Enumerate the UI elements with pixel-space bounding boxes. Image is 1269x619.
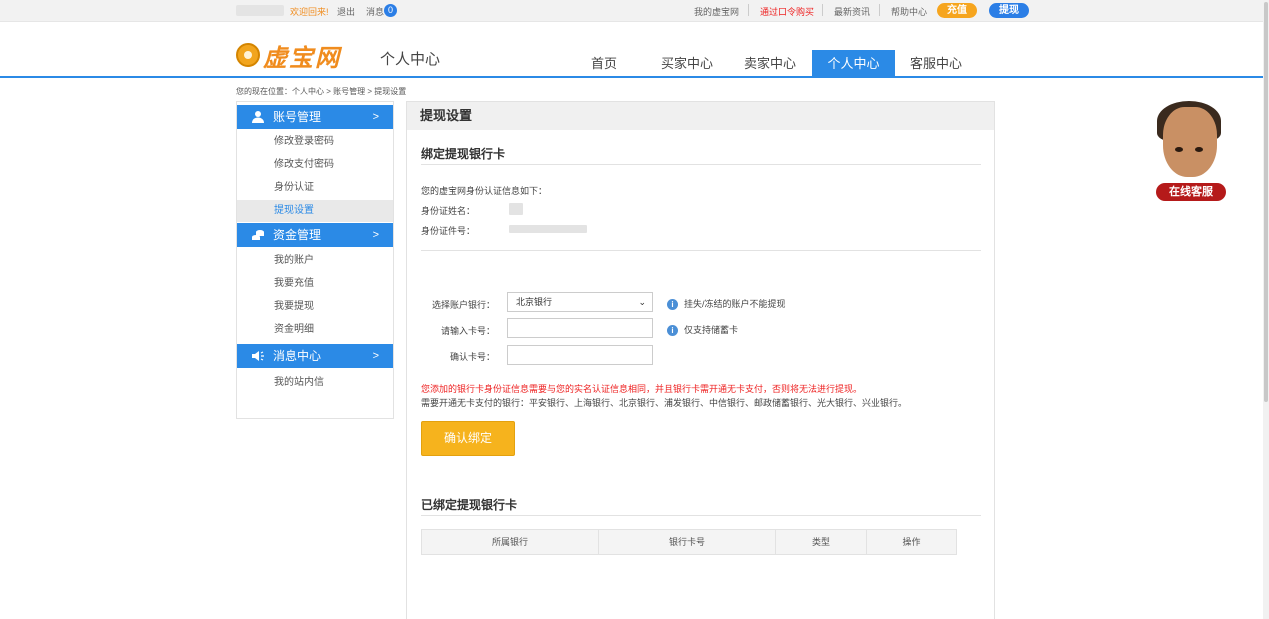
card-number-input[interactable] bbox=[507, 318, 653, 338]
help-link[interactable]: 帮助中心 bbox=[891, 5, 927, 18]
column-header-type: 类型 bbox=[776, 530, 867, 554]
divider bbox=[421, 164, 981, 165]
messages-link[interactable]: 消息 bbox=[366, 5, 384, 18]
welcome-text: 欢迎回来! bbox=[290, 7, 329, 17]
nav-personal-center[interactable]: 个人中心 bbox=[812, 50, 895, 78]
divider bbox=[421, 250, 981, 251]
scrollbar[interactable] bbox=[1263, 0, 1269, 619]
warning-text: 您添加的银行卡身份证信息需要与您的实名认证信息相同，并且银行卡需开通无卡支付，否… bbox=[421, 384, 863, 394]
chevron-right-icon: > bbox=[372, 350, 379, 362]
coin-logo-icon bbox=[236, 43, 260, 67]
sidebar-group-account[interactable]: 账号管理 > bbox=[237, 105, 393, 129]
id-name-label: 身份证姓名： bbox=[421, 206, 476, 216]
withdraw-button[interactable]: 提现 bbox=[989, 3, 1029, 18]
bank-tip: i 挂失/冻结的账户不能提现 bbox=[667, 297, 786, 310]
sidebar-item-recharge[interactable]: 我要充值 bbox=[237, 273, 393, 295]
message-count-badge[interactable]: 0 bbox=[384, 4, 397, 17]
sidebar-group-label: 账号管理 bbox=[273, 110, 322, 124]
nav-buyer-center[interactable]: 买家中心 bbox=[656, 50, 718, 78]
chevron-right-icon: > bbox=[372, 111, 379, 123]
speaker-icon bbox=[252, 351, 264, 361]
scrollbar-thumb[interactable] bbox=[1264, 2, 1268, 402]
confirm-card-label: 确认卡号： bbox=[449, 352, 495, 362]
sidebar-group-funds[interactable]: 资金管理 > bbox=[237, 223, 393, 247]
supported-banks-note: 需要开通无卡支付的银行：平安银行、上海银行、北京银行、浦发银行、中信银行、邮政储… bbox=[421, 398, 908, 408]
username-blurred bbox=[236, 5, 284, 16]
sidebar: 账号管理 > 修改登录密码 修改支付密码 身份认证 提现设置 资金管理 > 我的… bbox=[236, 101, 394, 419]
nav-home[interactable]: 首页 bbox=[574, 50, 634, 78]
sidebar-item-identity[interactable]: 身份认证 bbox=[237, 177, 393, 199]
sidebar-item-change-login-password[interactable]: 修改登录密码 bbox=[237, 131, 393, 153]
column-header-action: 操作 bbox=[902, 537, 921, 547]
sidebar-item-my-account[interactable]: 我的账户 bbox=[237, 250, 393, 272]
main-panel: 提现设置 绑定提现银行卡 您的虚宝网身份认证信息如下： 身份证姓名： 身份证件号… bbox=[406, 101, 995, 619]
header: 虚宝网 个人中心 首页 买家中心 卖家中心 个人中心 客服中心 bbox=[0, 22, 1269, 78]
sidebar-item-withdraw[interactable]: 我要提现 bbox=[237, 296, 393, 318]
chevron-right-icon: > bbox=[372, 229, 379, 241]
id-number-label: 身份证件号： bbox=[421, 226, 476, 236]
id-number-blurred bbox=[509, 225, 587, 233]
card-tip-text: 仅支持储蓄卡 bbox=[684, 325, 739, 335]
divider bbox=[822, 4, 823, 16]
confirm-bind-button[interactable]: 确认绑定 bbox=[421, 421, 515, 456]
bank-tip-text: 挂失/冻结的账户不能提现 bbox=[684, 299, 786, 309]
sidebar-group-messages[interactable]: 消息中心 > bbox=[237, 344, 393, 368]
sidebar-item-fund-details[interactable]: 资金明细 bbox=[237, 319, 393, 341]
logo-text: 虚宝网 bbox=[263, 42, 341, 72]
my-account-link[interactable]: 我的虚宝网 bbox=[694, 5, 739, 18]
card-number-label: 请输入卡号： bbox=[440, 326, 495, 336]
bound-cards-table-header: 所属银行 银行卡号 类型 操作 bbox=[421, 529, 957, 555]
sidebar-item-inbox[interactable]: 我的站内信 bbox=[237, 372, 393, 394]
coins-icon bbox=[252, 230, 264, 240]
news-link[interactable]: 最新资讯 bbox=[834, 5, 870, 18]
bind-card-title: 绑定提现银行卡 bbox=[421, 147, 506, 161]
nav-seller-center[interactable]: 卖家中心 bbox=[739, 50, 801, 78]
bank-select[interactable]: 北京银行 ⌄ bbox=[507, 292, 653, 312]
confirm-card-input[interactable] bbox=[507, 345, 653, 365]
user-icon bbox=[252, 111, 264, 123]
avatar-face bbox=[1163, 107, 1217, 177]
online-service-label[interactable]: 在线客服 bbox=[1156, 183, 1226, 201]
info-icon: i bbox=[667, 325, 678, 336]
identity-intro: 您的虚宝网身份认证信息如下： bbox=[421, 186, 548, 196]
avatar-eye bbox=[1195, 147, 1203, 152]
breadcrumb: 您的现在位置：个人中心 > 账号管理 > 提现设置 bbox=[236, 87, 407, 96]
online-service-widget[interactable]: 在线客服 bbox=[1153, 97, 1227, 203]
column-header-card-number: 银行卡号 bbox=[599, 530, 776, 554]
nav-service-center[interactable]: 客服中心 bbox=[905, 50, 967, 78]
bound-cards-title: 已绑定提现银行卡 bbox=[421, 498, 518, 512]
buy-via-code-link[interactable]: 通过口令购买 bbox=[760, 5, 814, 18]
sidebar-group-label: 资金管理 bbox=[273, 228, 322, 242]
top-bar: 欢迎回来! 退出 消息 0 我的虚宝网 通过口令购买 最新资讯 帮助中心 充值 … bbox=[0, 0, 1269, 22]
info-icon: i bbox=[667, 299, 678, 310]
sidebar-item-withdraw-settings[interactable]: 提现设置 bbox=[237, 200, 393, 222]
card-tip: i 仅支持储蓄卡 bbox=[667, 323, 738, 336]
chevron-down-icon: ⌄ bbox=[638, 297, 646, 307]
column-header-bank: 所属银行 bbox=[422, 530, 599, 554]
divider bbox=[748, 4, 749, 16]
divider bbox=[879, 4, 880, 16]
page-title: 提现设置 bbox=[407, 102, 994, 130]
sidebar-group-label: 消息中心 bbox=[273, 349, 322, 363]
site-logo[interactable]: 虚宝网 bbox=[236, 41, 341, 72]
bank-select-value: 北京银行 bbox=[516, 297, 553, 307]
sidebar-item-change-pay-password[interactable]: 修改支付密码 bbox=[237, 154, 393, 176]
recharge-button[interactable]: 充值 bbox=[937, 3, 977, 18]
section-title: 个人中心 bbox=[380, 51, 441, 68]
bank-label: 选择账户银行： bbox=[431, 300, 495, 310]
logout-link[interactable]: 退出 bbox=[337, 5, 355, 18]
id-name-blurred bbox=[509, 203, 523, 215]
divider bbox=[421, 515, 981, 516]
avatar-eye bbox=[1175, 147, 1183, 152]
